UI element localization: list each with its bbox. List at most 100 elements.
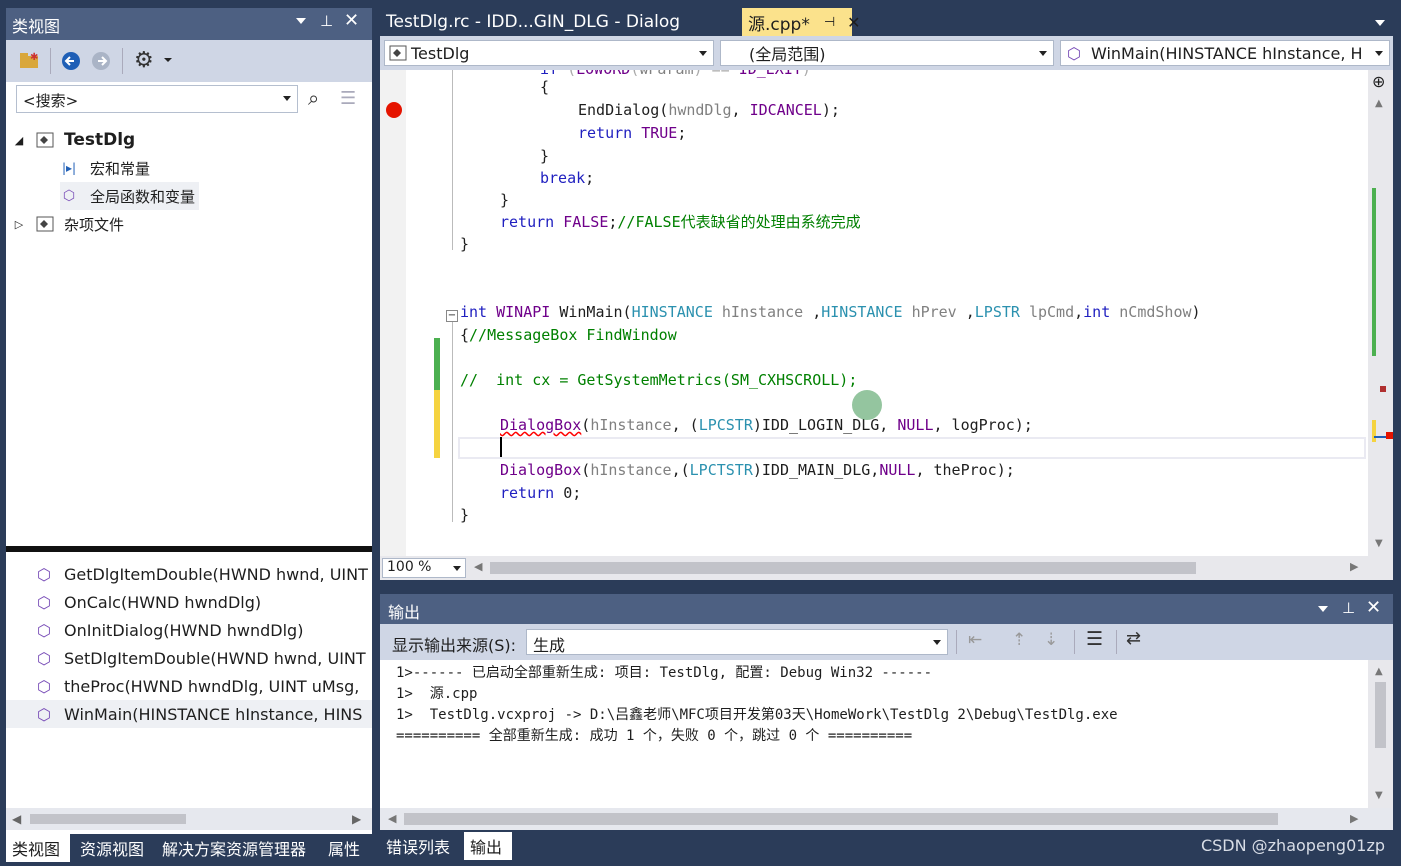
scroll-up-icon[interactable]: ▲ (1375, 666, 1383, 677)
tab-solution-explorer[interactable]: 解决方案资源管理器 (156, 834, 312, 862)
code-editor[interactable]: − if (LOWORD(wParam) == ID_EXIT) { EndDi… (380, 70, 1393, 556)
pin-icon[interactable]: ⊥ (320, 12, 333, 30)
dropdown-icon[interactable] (1318, 606, 1328, 612)
scroll-thumb[interactable] (1375, 682, 1386, 748)
tab-testdlg-rc[interactable]: TestDlg.rc - IDD...GIN_DLG - Dialog (380, 8, 742, 36)
scroll-right-icon[interactable]: ▶ (352, 812, 361, 826)
tree-item-globals[interactable]: ⬡ 全局函数和变量 (60, 182, 200, 210)
text-caret (500, 437, 502, 457)
project-dropdown[interactable]: TestDlg (384, 40, 714, 66)
zoom-dropdown[interactable]: 100 % (382, 558, 466, 578)
output-vertical-scrollbar[interactable]: ▲ ▼ (1368, 660, 1393, 808)
scope-dropdown[interactable]: (全局范围) (720, 40, 1054, 66)
dropdown-arrow-icon[interactable] (1039, 51, 1047, 56)
code-line: } (460, 506, 470, 524)
editor-bottom-bar: 100 % ◀ ▶ (380, 556, 1393, 580)
scroll-right-icon[interactable]: ▶ (1350, 560, 1358, 573)
collapse-arrow-icon[interactable]: ◢ (12, 134, 26, 147)
code-area[interactable]: if (LOWORD(wParam) == ID_EXIT) { EndDial… (406, 70, 1368, 556)
code-line: // int cx = GetSystemMetrics(SM_CXHSCROL… (460, 371, 858, 389)
tab-output[interactable]: 输出 (464, 832, 512, 860)
scroll-down-icon[interactable]: ▼ (1375, 538, 1383, 549)
pin-icon[interactable]: ⊥ (1342, 599, 1355, 617)
member-item[interactable]: ⬡ OnCalc(HWND hwndDlg) (6, 588, 261, 616)
scroll-right-icon[interactable]: ▶ (1350, 812, 1358, 825)
scroll-error-marker (1386, 432, 1393, 439)
code-line: DialogBox(hInstance, (LPCSTR)IDD_LOGIN_D… (500, 416, 1033, 434)
word-wrap-icon[interactable]: ⇄ (1126, 628, 1141, 649)
search-icon[interactable]: ⌕ (308, 86, 319, 110)
scroll-left-icon[interactable]: ◀ (388, 812, 396, 825)
tab-overflow-icon[interactable] (1375, 20, 1385, 26)
macro-icon: |▸| (61, 161, 77, 175)
method-icon: ⬡ (37, 704, 51, 724)
member-item[interactable]: ⬡ OnInitDialog(HWND hwndDlg) (6, 616, 303, 644)
scroll-up-icon[interactable]: ▲ (1375, 98, 1383, 109)
split-editor-icon[interactable]: ⊕ (1372, 72, 1385, 91)
back-icon[interactable] (60, 50, 82, 72)
find-message-icon[interactable]: ⇤ (968, 630, 982, 650)
code-line: DialogBox(hInstance,(LPCTSTR)IDD_MAIN_DL… (500, 461, 1015, 479)
tab-source-cpp[interactable]: 源.cpp* ⊣ ✕ (742, 8, 861, 36)
pin-icon[interactable]: ⊣ (824, 15, 835, 30)
tree-item-label: 全局函数和变量 (90, 187, 196, 206)
code-line: { (540, 78, 550, 96)
output-horizontal-scrollbar[interactable]: ◀ ▶ (380, 808, 1393, 830)
breakpoint-icon[interactable] (386, 102, 402, 118)
code-line: return TRUE; (578, 124, 687, 142)
code-line: {//MessageBox FindWindow (460, 326, 677, 344)
next-message-icon[interactable]: ⇣ (1044, 630, 1058, 650)
code-line: } (500, 191, 510, 209)
scroll-thumb[interactable] (404, 813, 1278, 825)
dropdown-arrow-icon[interactable] (933, 640, 941, 645)
expand-arrow-icon[interactable]: ▷ (12, 218, 26, 231)
close-icon[interactable]: ✕ (344, 10, 359, 31)
output-source-dropdown[interactable]: 生成 (526, 629, 948, 655)
tree-item-macros[interactable]: |▸| 宏和常量 (60, 154, 150, 182)
output-content[interactable]: 1>------ 已启动全部重新生成: 项目: TestDlg, 配置: Deb… (380, 660, 1393, 808)
member-item[interactable]: ⬡ theProc(HWND hwndDlg, UINT uMsg, (6, 672, 359, 700)
dropdown-arrow-icon[interactable] (1371, 51, 1383, 56)
settings-dropdown-icon[interactable] (164, 58, 172, 62)
svg-text:✱: ✱ (30, 52, 38, 63)
scroll-left-icon[interactable]: ◀ (474, 560, 482, 573)
code-line: } (460, 235, 470, 253)
horizontal-scrollbar[interactable]: ◀ ▶ (6, 808, 372, 830)
tab-properties[interactable]: 属性 (322, 834, 366, 862)
close-tab-icon[interactable]: ✕ (847, 13, 860, 32)
scroll-marker-saved (1372, 188, 1376, 356)
code-line: int WINAPI WinMain(HINSTANCE hInstance ,… (460, 303, 1201, 321)
scroll-thumb[interactable] (30, 814, 186, 824)
method-icon: ⬡ (37, 620, 51, 640)
tree-item-misc-files[interactable]: ▷ 杂项文件 (12, 210, 124, 238)
search-dropdown-icon[interactable] (283, 96, 291, 101)
settings-gear-icon[interactable]: ⚙ (134, 48, 154, 73)
members-list: ⬡ GetDlgItemDouble(HWND hwnd, UINT ⬡ OnCal… (6, 552, 372, 807)
member-item-selected[interactable]: ⬡ WinMain(HINSTANCE hInstance, HINS (6, 700, 372, 728)
new-folder-icon[interactable]: ✱ (18, 50, 40, 70)
forward-icon[interactable] (90, 50, 112, 72)
method-icon: ⬡ (37, 676, 51, 696)
dropdown-arrow-icon[interactable] (699, 51, 707, 56)
member-item[interactable]: ⬡ SetDlgItemDouble(HWND hwnd, UINT (6, 644, 366, 672)
tree-item-testdlg[interactable]: ◢ TestDlg (12, 126, 135, 154)
horizontal-scroll-thumb[interactable] (490, 562, 1196, 574)
close-icon[interactable]: ✕ (1366, 597, 1381, 618)
tab-error-list[interactable]: 错误列表 (380, 832, 456, 860)
search-options-icon[interactable]: ☰ (340, 88, 356, 109)
class-search-box[interactable]: <搜索> (16, 85, 298, 113)
tab-resource-view[interactable]: 资源视图 (74, 834, 150, 862)
function-dropdown[interactable]: ⬡ WinMain(HINSTANCE hInstance, H (1060, 40, 1390, 66)
vertical-scrollbar[interactable]: ⊕ ▲ ▼ (1368, 70, 1393, 556)
tab-class-view[interactable]: 类视图 (6, 834, 70, 862)
indicator-margin[interactable] (380, 70, 406, 556)
dropdown-icon[interactable] (296, 18, 306, 24)
dropdown-arrow-icon[interactable] (453, 566, 461, 571)
output-source-label: 显示输出来源(S): (392, 636, 517, 655)
scroll-down-icon[interactable]: ▼ (1375, 790, 1383, 801)
code-line: if (LOWORD(wParam) == ID_EXIT) (540, 70, 811, 80)
clear-all-icon[interactable]: ☰ (1086, 628, 1103, 650)
scroll-left-icon[interactable]: ◀ (12, 812, 21, 826)
member-item[interactable]: ⬡ GetDlgItemDouble(HWND hwnd, UINT (6, 560, 368, 588)
prev-message-icon[interactable]: ⇡ (1012, 630, 1026, 650)
